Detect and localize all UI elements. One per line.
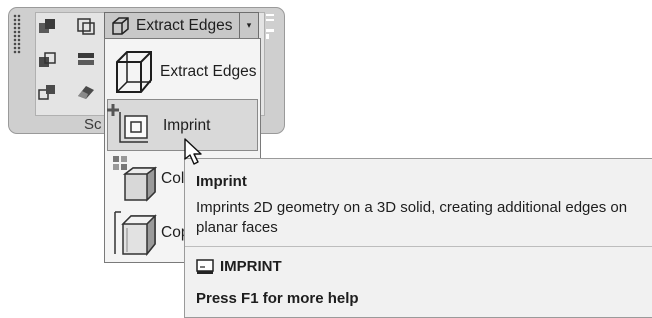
tooltip-description: Imprints 2D geometry on a 3D solid, crea… <box>196 199 628 236</box>
tooltip-help-hint: Press F1 for more help <box>196 290 359 307</box>
menu-item-label: Col <box>161 170 185 187</box>
split-button-label: Extract Edges <box>136 16 233 34</box>
extract-edges-split-button[interactable]: Extract Edges ▾ <box>104 12 259 39</box>
separate-icon[interactable] <box>37 83 57 101</box>
box-copy-icon[interactable] <box>37 51 57 69</box>
menu-item-extract-edges[interactable]: Extract Edges <box>107 41 258 103</box>
menu-item-label: Extract Edges <box>160 63 257 80</box>
tooltip-command: IMPRINT <box>196 258 282 275</box>
panel-grip-handle[interactable] <box>13 14 21 54</box>
mouse-pointer-icon <box>184 138 202 165</box>
tooltip-command-name: IMPRINT <box>220 258 282 275</box>
eraser-icon[interactable] <box>76 83 96 101</box>
extract-edges-icon <box>112 16 129 35</box>
imprint-icon <box>107 104 148 143</box>
color-faces-icon <box>113 156 157 202</box>
box-subtract-icon[interactable] <box>76 17 96 35</box>
tooltip-title: Imprint <box>196 173 247 190</box>
extract-edges-icon <box>116 51 152 93</box>
tooltip-divider <box>185 246 652 247</box>
imprint-tooltip: Imprint Imprints 2D geometry on a 3D sol… <box>184 158 652 318</box>
panel-options-icon[interactable] <box>263 12 277 42</box>
panel-label: Sc <box>84 116 102 133</box>
box-union-icon[interactable] <box>37 17 57 35</box>
copy-edges-icon <box>114 211 157 257</box>
chevron-down-icon[interactable]: ▾ <box>239 13 258 38</box>
layers-icon[interactable] <box>76 51 96 69</box>
command-line-icon <box>196 258 214 274</box>
menu-item-label: Imprint <box>163 117 211 134</box>
